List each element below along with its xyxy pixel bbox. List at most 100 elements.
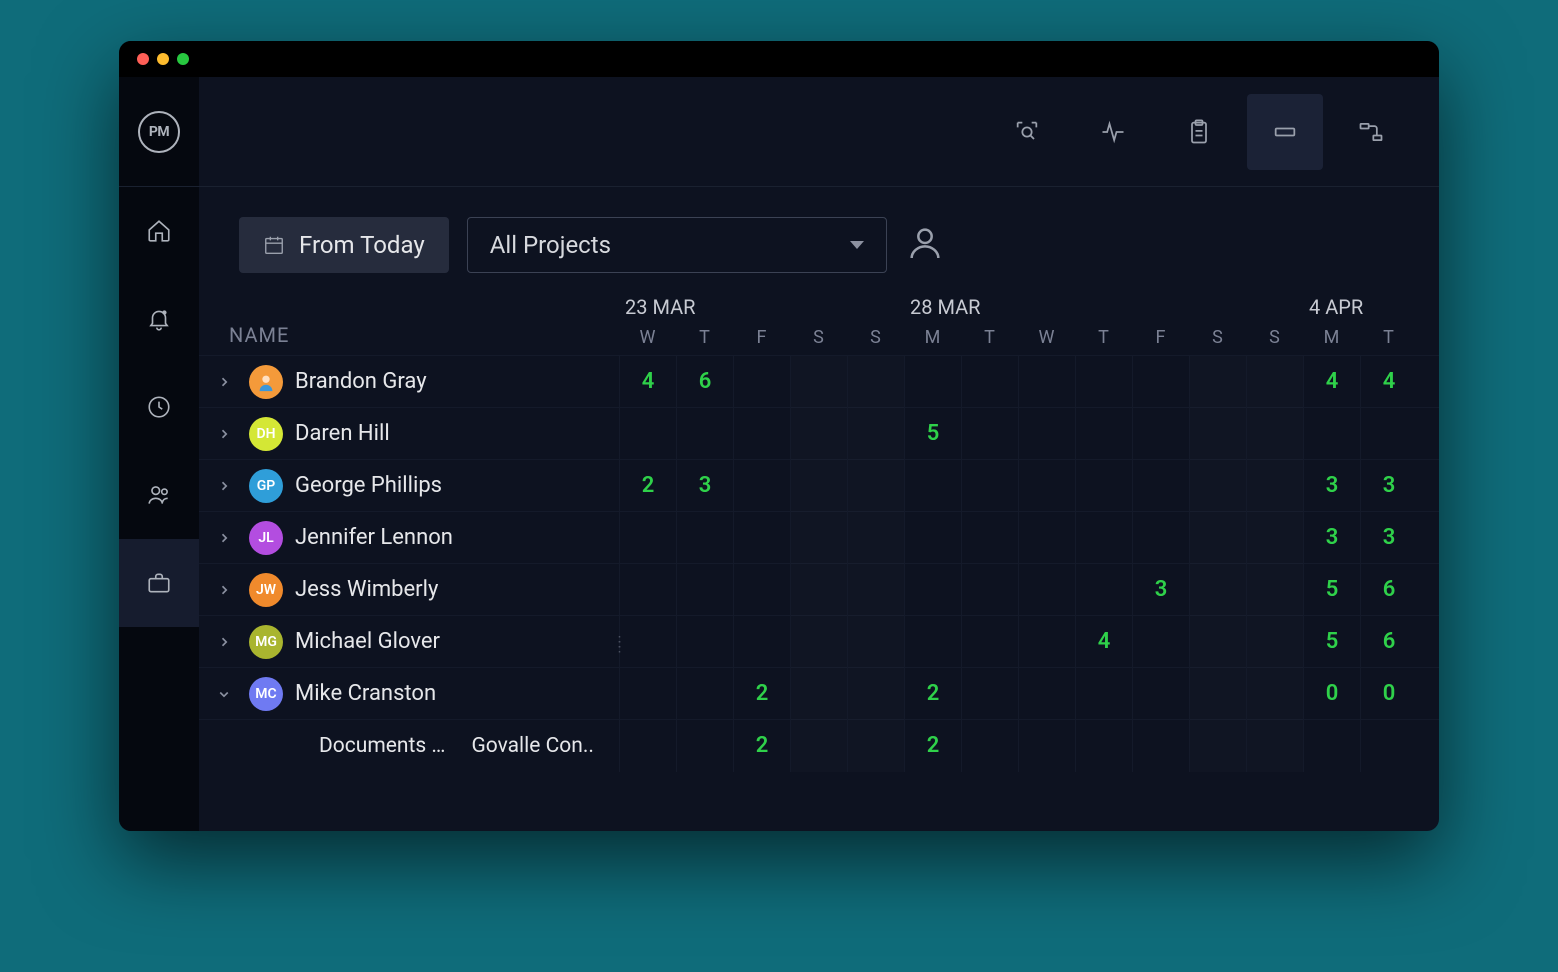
workload-cell[interactable]	[904, 564, 961, 616]
date-range-button[interactable]: From Today	[239, 217, 449, 273]
workload-cell[interactable]	[790, 616, 847, 668]
workload-cell[interactable]	[790, 460, 847, 512]
workload-cell[interactable]	[1189, 564, 1246, 616]
workload-cell[interactable]: 5	[1303, 616, 1360, 668]
workload-cell[interactable]	[790, 720, 847, 772]
workload-cell[interactable]	[847, 668, 904, 720]
workload-cell[interactable]	[790, 668, 847, 720]
expand-toggle[interactable]	[211, 473, 237, 499]
workload-cell[interactable]	[961, 408, 1018, 460]
workload-cell[interactable]: 3	[1132, 564, 1189, 616]
workload-cell[interactable]	[1189, 460, 1246, 512]
workload-cell[interactable]	[619, 720, 676, 772]
workload-cell[interactable]: 2	[904, 720, 961, 772]
workload-cell[interactable]: 2	[904, 668, 961, 720]
workload-cell[interactable]	[1018, 408, 1075, 460]
resource-name[interactable]: Jennifer Lennon	[295, 525, 453, 550]
workload-cell[interactable]: 3	[1303, 512, 1360, 564]
workload-cell[interactable]	[961, 616, 1018, 668]
workload-cell[interactable]	[961, 512, 1018, 564]
workload-cell[interactable]	[1189, 616, 1246, 668]
workload-cell[interactable]	[1189, 512, 1246, 564]
workload-cell[interactable]: 0	[1360, 668, 1417, 720]
workload-cell[interactable]	[961, 564, 1018, 616]
toolbar-card-button[interactable]	[1247, 94, 1323, 170]
workload-cell[interactable]	[1075, 356, 1132, 408]
workload-cell[interactable]	[676, 408, 733, 460]
collapse-toggle[interactable]	[211, 681, 237, 707]
workload-cell[interactable]	[733, 356, 790, 408]
workload-cell[interactable]	[1018, 512, 1075, 564]
workload-cell[interactable]	[961, 460, 1018, 512]
workload-cell[interactable]	[1360, 408, 1417, 460]
workload-cell[interactable]	[1360, 720, 1417, 772]
workload-cell[interactable]	[904, 356, 961, 408]
avatar[interactable]: MC	[249, 677, 283, 711]
workload-cell[interactable]	[1018, 356, 1075, 408]
workload-cell[interactable]	[1303, 720, 1360, 772]
workload-cell[interactable]: 3	[1303, 460, 1360, 512]
workload-cell[interactable]	[790, 408, 847, 460]
workload-cell[interactable]: 5	[1303, 564, 1360, 616]
workload-cell[interactable]: 4	[619, 356, 676, 408]
workload-cell[interactable]	[619, 408, 676, 460]
workload-cell[interactable]	[847, 564, 904, 616]
avatar[interactable]: JW	[249, 573, 283, 607]
brand-logo[interactable]: PM	[138, 111, 180, 153]
workload-cell[interactable]	[1246, 616, 1303, 668]
sidebar-item-work[interactable]	[119, 539, 199, 627]
workload-cell[interactable]	[1132, 408, 1189, 460]
workload-cell[interactable]	[1075, 512, 1132, 564]
workload-cell[interactable]	[1132, 512, 1189, 564]
workload-cell[interactable]: 4	[1075, 616, 1132, 668]
workload-cell[interactable]	[847, 720, 904, 772]
expand-toggle[interactable]	[211, 369, 237, 395]
workload-cell[interactable]	[1018, 564, 1075, 616]
toolbar-flow-button[interactable]	[1333, 94, 1409, 170]
avatar[interactable]: MG	[249, 625, 283, 659]
expand-toggle[interactable]	[211, 421, 237, 447]
workload-cell[interactable]	[1189, 408, 1246, 460]
workload-cell[interactable]: 0	[1303, 668, 1360, 720]
workload-cell[interactable]	[1132, 460, 1189, 512]
avatar[interactable]	[249, 365, 283, 399]
workload-cell[interactable]	[847, 512, 904, 564]
sidebar-item-home[interactable]	[119, 187, 199, 275]
workload-cell[interactable]	[619, 668, 676, 720]
workload-cell[interactable]	[733, 512, 790, 564]
workload-cell[interactable]	[904, 512, 961, 564]
workload-cell[interactable]	[733, 616, 790, 668]
workload-cell[interactable]	[619, 616, 676, 668]
workload-cell[interactable]	[619, 512, 676, 564]
workload-cell[interactable]	[1246, 668, 1303, 720]
workload-cell[interactable]	[904, 616, 961, 668]
toolbar-activity-button[interactable]	[1075, 94, 1151, 170]
toolbar-zoom-button[interactable]	[989, 94, 1065, 170]
workload-cell[interactable]	[790, 356, 847, 408]
workload-cell[interactable]	[1018, 460, 1075, 512]
avatar[interactable]: GP	[249, 469, 283, 503]
resource-name[interactable]: Michael Glover	[295, 629, 440, 654]
workload-cell[interactable]	[847, 460, 904, 512]
workload-cell[interactable]	[847, 408, 904, 460]
workload-cell[interactable]	[1246, 460, 1303, 512]
workload-cell[interactable]: 3	[1360, 460, 1417, 512]
sidebar-item-people[interactable]	[119, 451, 199, 539]
workload-cell[interactable]: 2	[619, 460, 676, 512]
avatar[interactable]: JL	[249, 521, 283, 555]
subrow-task[interactable]: Documents …	[319, 734, 445, 758]
workload-cell[interactable]	[676, 616, 733, 668]
assignee-filter-button[interactable]	[905, 223, 945, 267]
workload-cell[interactable]	[1246, 356, 1303, 408]
sidebar-item-time[interactable]	[119, 363, 199, 451]
minimize-window-button[interactable]	[157, 53, 169, 65]
resource-name[interactable]: George Phillips	[295, 473, 442, 498]
workload-cell[interactable]	[1189, 356, 1246, 408]
workload-cell[interactable]	[790, 512, 847, 564]
workload-cell[interactable]	[1132, 356, 1189, 408]
workload-cell[interactable]: 6	[676, 356, 733, 408]
resource-name[interactable]: Daren Hill	[295, 421, 390, 446]
maximize-window-button[interactable]	[177, 53, 189, 65]
workload-cell[interactable]	[1132, 720, 1189, 772]
expand-toggle[interactable]	[211, 577, 237, 603]
